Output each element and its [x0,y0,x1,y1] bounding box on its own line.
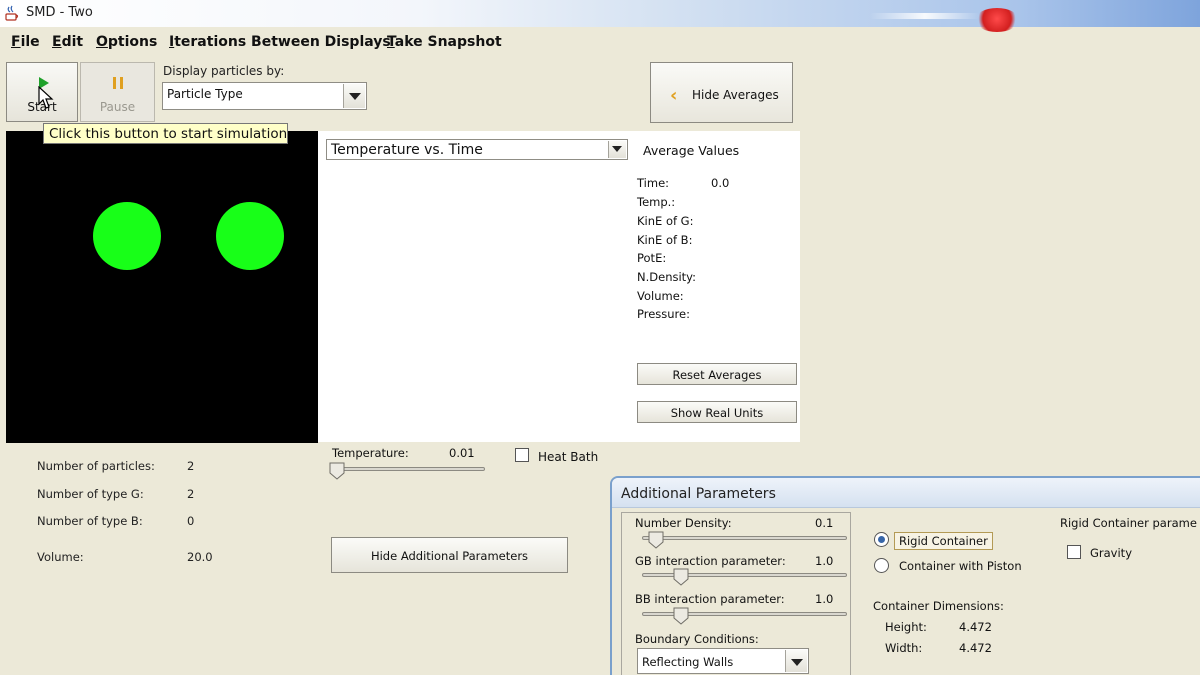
number-density-value: 0.1 [815,516,834,530]
graph-type-dropdown[interactable]: Temperature vs. Time [326,139,628,160]
heat-bath-label: Heat Bath [538,450,599,464]
gravity-label: Gravity [1090,546,1133,560]
width-label: Width: [885,641,923,655]
boundary-conditions-value: Reflecting Walls [642,655,734,669]
particle-g [216,202,284,270]
rigid-container-radio[interactable] [874,532,889,547]
start-tooltip: Click this button to start simulation [43,123,288,144]
bb-interaction-label: BB interaction parameter: [635,592,785,606]
reset-averages-button[interactable]: Reset Averages [637,363,797,385]
number-density-slider-track[interactable] [642,536,847,540]
bb-slider-thumb[interactable] [673,607,689,625]
volume-label: Volume: [37,550,84,564]
boundary-conditions-dropdown[interactable]: Reflecting Walls [637,648,809,674]
menu-edit[interactable]: Edit [52,34,83,50]
dropdown-arrow-icon[interactable] [343,84,365,108]
container-dimensions-label: Container Dimensions: [873,599,1004,613]
graph-type-value: Temperature vs. Time [331,142,483,158]
dropdown-arrow-icon[interactable] [608,141,626,158]
hide-additional-parameters-button[interactable]: Hide Additional Parameters [331,537,568,573]
chevron-left-icon: ‹ [670,85,678,106]
avg-kine-b-label: KinE of B: [637,233,693,247]
gb-interaction-value: 1.0 [815,554,834,568]
height-label: Height: [885,620,927,634]
number-density-label: Number Density: [635,516,732,530]
avg-volume-label: Volume: [637,289,684,303]
background-glow [870,13,980,19]
heat-bath-checkbox[interactable] [515,448,529,462]
gb-interaction-label: GB interaction parameter: [635,554,786,568]
number-density-slider-thumb[interactable] [648,531,664,549]
temperature-label: Temperature: [332,446,409,460]
average-values-title: Average Values [643,143,740,158]
boundary-conditions-label: Boundary Conditions: [635,632,759,646]
simulation-canvas[interactable] [6,131,318,443]
num-particles-value: 2 [187,459,195,473]
display-particles-dropdown[interactable]: Particle Type [162,82,367,110]
num-type-b-label: Number of type B: [37,514,143,528]
mouse-cursor-icon [38,86,54,109]
pause-button[interactable]: Pause [80,62,155,122]
rigid-container-label: Rigid Container [894,532,993,550]
num-type-g-value: 2 [187,487,195,501]
avg-time-label: Time: [637,176,670,190]
particle-g [93,202,161,270]
piston-container-radio[interactable] [874,558,889,573]
gb-slider-thumb[interactable] [673,568,689,586]
avg-pressure-label: Pressure: [637,307,690,321]
avg-time-value: 0.0 [711,176,730,190]
temperature-slider-track[interactable] [334,467,485,471]
avg-kine-g-label: KinE of G: [637,214,694,228]
rigid-container-params-label: Rigid Container parame [1060,516,1197,530]
num-type-b-value: 0 [187,514,195,528]
avg-temp-label: Temp.: [637,195,676,209]
gravity-checkbox[interactable] [1067,545,1081,559]
pause-icon [113,77,123,89]
hide-averages-button[interactable]: ‹ Hide Averages [650,62,793,123]
menu-file[interactable]: File [11,34,40,50]
additional-parameters-titlebar[interactable]: Additional Parameters [612,478,1200,508]
bb-interaction-value: 1.0 [815,592,834,606]
dropdown-arrow-icon[interactable] [785,650,807,672]
volume-value: 20.0 [187,550,213,564]
display-particles-value: Particle Type [167,87,243,101]
piston-container-label: Container with Piston [899,559,1022,573]
menu-bar: File Edit Options Iterations Between Dis… [0,27,1200,58]
num-type-g-label: Number of type G: [37,487,144,501]
window-title: SMD - Two [26,5,93,20]
menu-take-snapshot[interactable]: Take Snapshot [387,34,502,50]
hide-averages-label: Hide Averages [692,88,779,102]
menu-iterations[interactable]: Iterations Between Displays [169,34,391,50]
temperature-value: 0.01 [449,446,475,460]
avg-pote-label: PotE: [637,251,667,265]
additional-parameters-window: Additional Parameters Number Density: 0.… [610,476,1200,675]
height-value: 4.472 [959,620,992,634]
avg-density-label: N.Density: [637,270,697,284]
additional-parameters-title: Additional Parameters [621,486,776,502]
title-bar: SMD - Two [0,0,1200,32]
menu-options[interactable]: Options [96,34,157,50]
java-app-icon [4,5,20,22]
num-particles-label: Number of particles: [37,459,155,473]
temperature-slider-thumb[interactable] [329,462,345,480]
show-real-units-button[interactable]: Show Real Units [637,401,797,423]
display-particles-label: Display particles by: [163,64,285,78]
pause-label: Pause [99,100,136,114]
width-value: 4.472 [959,641,992,655]
